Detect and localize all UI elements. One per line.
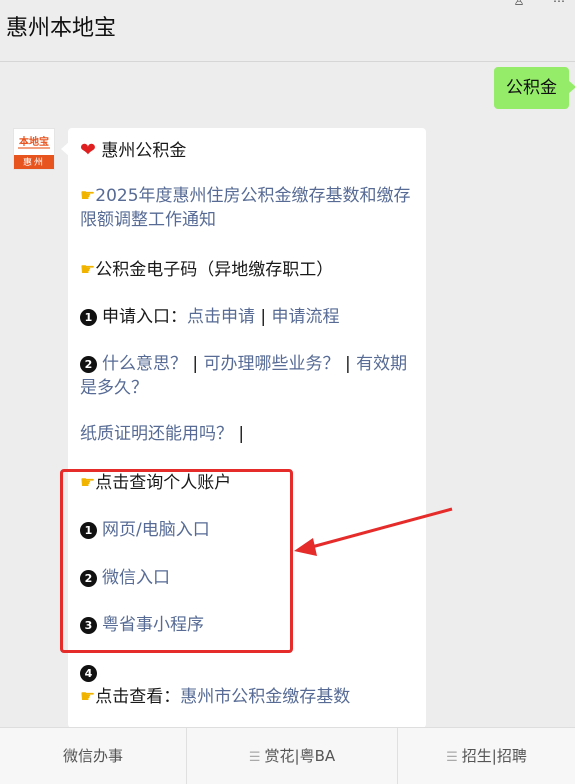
submenu-icon: ☰	[446, 750, 458, 765]
menu-item-flowers-ba[interactable]: ☰ 赏花|粤BA	[187, 728, 397, 784]
bottom-menu-bar: 微信办事 ☰ 赏花|粤BA ☰ 招生|招聘	[0, 727, 575, 784]
menu-item-enroll-jobs[interactable]: ☰ 招生|招聘	[398, 728, 575, 784]
menu-label: 微信办事	[62, 747, 123, 765]
submenu-icon: ☰	[248, 750, 261, 765]
menu-label: 赏花|粤BA	[264, 747, 336, 765]
highlight-arrow	[294, 507, 453, 556]
menu-item-wechat-service[interactable]: 微信办事	[0, 728, 186, 784]
menu-label: 招生|招聘	[461, 747, 527, 765]
